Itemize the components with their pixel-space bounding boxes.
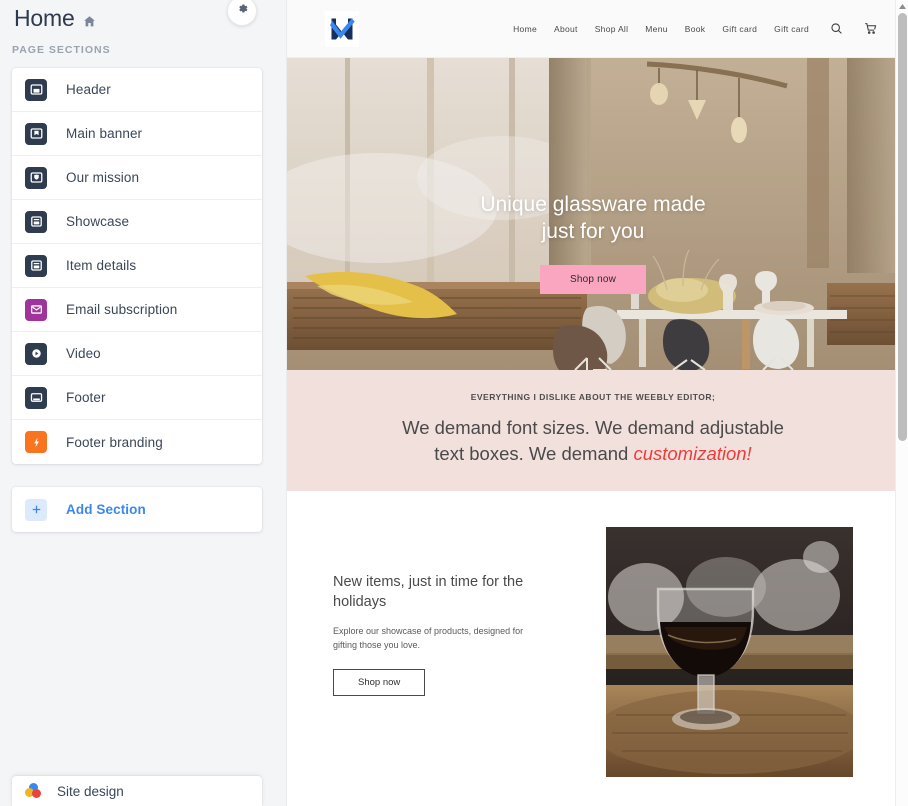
lightning-bolt-icon xyxy=(25,431,47,453)
item-details-icon xyxy=(25,254,47,277)
site-navigation: Home About Shop All Menu Book Gift card … xyxy=(287,0,899,58)
site-preview-pane: Home About Shop All Menu Book Gift card … xyxy=(286,0,908,806)
sidebar-item-footer[interactable]: Footer xyxy=(12,376,262,420)
sidebar-item-email-subscription[interactable]: Email subscription xyxy=(12,288,262,332)
search-icon[interactable] xyxy=(830,22,843,35)
showcase-paragraph: Explore our showcase of products, design… xyxy=(333,626,524,650)
sidebar-item-header[interactable]: Header xyxy=(12,68,262,112)
page-sections-list: Header Main banner Our mission Showcase xyxy=(12,68,262,464)
showcase-image xyxy=(606,527,853,777)
sidebar-item-label: Main banner xyxy=(66,126,143,141)
hero-title-line2: just for you xyxy=(541,219,645,243)
site-design-label: Site design xyxy=(57,783,124,799)
sidebar-item-video[interactable]: Video xyxy=(12,332,262,376)
sidebar-item-label: Video xyxy=(66,346,101,361)
sidebar-item-label: Footer xyxy=(66,390,106,405)
site-preview: Home About Shop All Menu Book Gift card … xyxy=(287,0,899,806)
sidebar-item-item-details[interactable]: Item details xyxy=(12,244,262,288)
sidebar-header: Home xyxy=(0,0,286,36)
page-title-wrap: Home xyxy=(12,4,96,32)
add-section-button[interactable]: Add Section xyxy=(12,487,262,532)
plus-icon xyxy=(25,498,47,521)
editor-window: Home PAGE SECTIONS Header Main banner Ou… xyxy=(0,0,908,806)
shield-icon xyxy=(25,166,47,189)
showcase-text: New items, just in time for the holidays… xyxy=(333,527,576,696)
sidebar-item-label: Item details xyxy=(66,258,137,273)
envelope-icon xyxy=(25,298,47,321)
sidebar-item-label: Our mission xyxy=(66,170,140,185)
quote-section: EVERYTHING I DISLIKE ABOUT THE WEEBLY ED… xyxy=(287,370,899,491)
hero-shop-now-button[interactable]: Shop now xyxy=(539,264,647,294)
add-section-label: Add Section xyxy=(66,502,146,517)
sidebar-item-label: Footer branding xyxy=(66,434,163,450)
hero-title: Unique glassware made just for you xyxy=(480,191,705,245)
add-section-card: Add Section xyxy=(12,487,262,532)
header-icon xyxy=(25,78,47,101)
site-design-button[interactable]: Site design xyxy=(12,776,262,806)
quote-emphasis: customization! xyxy=(633,443,752,464)
banner-bookmark-icon xyxy=(25,122,47,145)
color-palette-icon xyxy=(25,783,42,799)
hero-title-line1: Unique glassware made xyxy=(480,192,706,216)
left-sidebar: Home PAGE SECTIONS Header Main banner Ou… xyxy=(0,0,286,806)
nav-links: Home About Shop All Menu Book Gift card … xyxy=(513,22,877,35)
page-title: Home xyxy=(14,5,75,31)
showcase-section: New items, just in time for the holidays… xyxy=(287,491,899,806)
scrollbar-thumb[interactable] xyxy=(898,13,907,441)
preview-scrollbar[interactable] xyxy=(895,0,908,806)
showcase-heading: New items, just in time for the holidays xyxy=(333,574,524,610)
quote-line1: We demand font sizes. We demand adjustab… xyxy=(402,417,784,438)
nav-link-gift-card-1[interactable]: Gift card xyxy=(722,24,757,34)
glass-photo xyxy=(606,527,853,777)
showcase-box-icon xyxy=(25,210,47,233)
quote-kicker: EVERYTHING I DISLIKE ABOUT THE WEEBLY ED… xyxy=(470,392,716,402)
sidebar-item-showcase[interactable]: Showcase xyxy=(12,200,262,244)
nav-link-home[interactable]: Home xyxy=(513,24,537,34)
logo-m-check-icon xyxy=(330,18,355,39)
quote-text: We demand font sizes. We demand adjustab… xyxy=(307,415,879,467)
page-sections-label: PAGE SECTIONS xyxy=(12,44,111,56)
sidebar-item-label: Showcase xyxy=(66,214,130,229)
nav-link-shop-all[interactable]: Shop All xyxy=(595,24,629,34)
gear-icon xyxy=(236,2,249,20)
quote-line2-plain: text boxes. We demand xyxy=(434,443,634,464)
shopping-cart-icon[interactable] xyxy=(864,22,877,35)
hero-content: Unique glassware made just for you Shop … xyxy=(287,58,899,370)
footer-icon xyxy=(25,386,47,409)
showcase-shop-now-button[interactable]: Shop now xyxy=(333,669,426,696)
settings-button[interactable] xyxy=(227,0,257,26)
hero-banner: Unique glassware made just for you Shop … xyxy=(287,58,899,370)
nav-link-book[interactable]: Book xyxy=(685,24,706,34)
caret-up-icon[interactable] xyxy=(896,0,908,12)
nav-link-menu[interactable]: Menu xyxy=(645,24,667,34)
nav-link-about[interactable]: About xyxy=(554,24,578,34)
site-logo[interactable] xyxy=(325,10,359,47)
nav-link-gift-card-2[interactable]: Gift card xyxy=(774,24,809,34)
sidebar-item-footer-branding[interactable]: Footer branding xyxy=(12,420,262,464)
sidebar-item-our-mission[interactable]: Our mission xyxy=(12,156,262,200)
sidebar-item-label: Header xyxy=(66,82,111,97)
sidebar-item-main-banner[interactable]: Main banner xyxy=(12,112,262,156)
home-icon xyxy=(83,15,96,28)
play-circle-icon xyxy=(25,342,47,365)
sidebar-footer: Site design xyxy=(0,776,286,806)
sidebar-item-label: Email subscription xyxy=(66,302,178,317)
